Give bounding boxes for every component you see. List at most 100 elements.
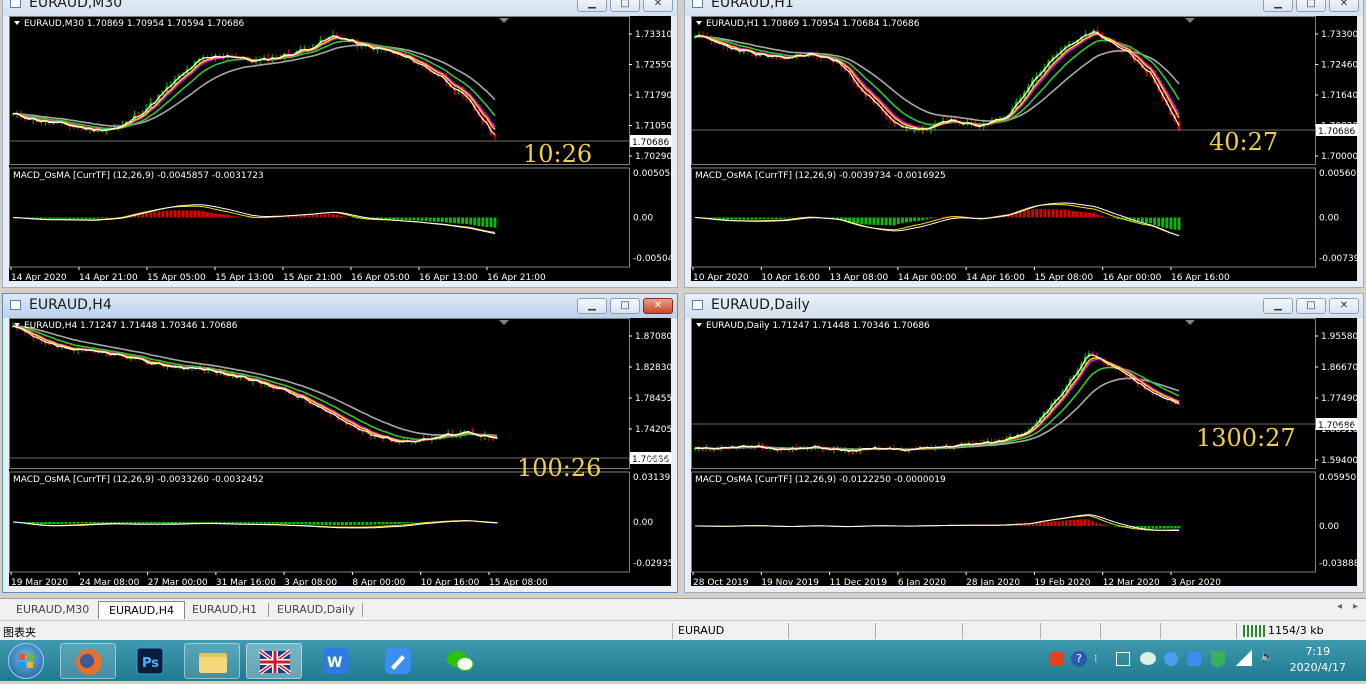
close-button[interactable]: ✕ (1329, 298, 1359, 314)
minimize-button[interactable]: ▁ (1263, 0, 1293, 12)
chart-area[interactable]: 1.706861.955801.866701.774901.683101.594… (691, 318, 1357, 586)
macd-histogram-bar (161, 211, 164, 218)
maximize-button[interactable]: □ (1296, 298, 1326, 314)
tab-euraud-daily[interactable]: EURAUD,Daily (267, 601, 365, 619)
feishu-tray-icon[interactable] (1187, 652, 1201, 666)
taskbar-feishu-button[interactable] (370, 643, 426, 679)
maximize-button[interactable]: □ (1296, 0, 1326, 12)
macd-histogram-bar (69, 522, 72, 524)
chart-info-label: EURAUD,Daily 1.71247 1.71448 1.70346 1.7… (706, 321, 930, 331)
macd-histogram-bar (386, 522, 389, 524)
maximize-button[interactable]: □ (610, 0, 640, 12)
macd-histogram-bar (457, 218, 460, 224)
taskbar-metatrader-button[interactable] (246, 643, 302, 679)
chart-area[interactable]: 1.706861.733101.725501.717901.710501.702… (9, 16, 671, 281)
macd-histogram-bar (1157, 218, 1160, 227)
macd-histogram-bar (445, 218, 448, 223)
macd-histogram-bar (767, 218, 770, 220)
tray-expand-icon[interactable]: ⁝ (1094, 652, 1098, 665)
chart-area[interactable]: 1.706861.733001.724601.716401.708201.700… (691, 16, 1357, 281)
macd-histogram-bar (1114, 526, 1117, 527)
close-button[interactable]: ✕ (1329, 0, 1359, 12)
minimize-button[interactable]: ▁ (577, 298, 607, 314)
chart-shift-marker-icon (499, 18, 509, 23)
macd-axis-label: 0.00 (1319, 214, 1339, 224)
macd-histogram-bar (311, 215, 314, 218)
price-axis-label: 1.72550 (635, 61, 672, 71)
start-orb-icon[interactable] (8, 643, 44, 679)
macd-histogram-bar (186, 522, 189, 523)
m30-chart-svg[interactable]: 1.706861.733101.725501.717901.710501.702… (9, 16, 673, 283)
macd-histogram-bar (149, 212, 152, 217)
network-box-icon[interactable] (1116, 652, 1130, 666)
taskbar-explorer-button[interactable] (184, 643, 240, 679)
close-button[interactable]: ✕ (643, 0, 673, 12)
chart-window-h4[interactable]: EURAUD,H4 ▁ □ ✕ 1.706861.870801.828301.7… (2, 293, 678, 593)
titlebar[interactable]: EURAUD,H1 ▁ □ ✕ (685, 0, 1363, 16)
tab-euraud-h4[interactable]: EURAUD,H4 (98, 601, 185, 619)
h4-chart-svg[interactable]: 1.706861.870801.828301.784551.742051.699… (9, 318, 673, 588)
titlebar[interactable]: EURAUD,Daily ▁ □ ✕ (685, 294, 1363, 318)
chart-window-h1[interactable]: EURAUD,H1 ▁ □ ✕ 1.706861.733001.724601.7… (684, 0, 1364, 288)
chart-area[interactable]: 1.706861.870801.828301.784551.742051.699… (9, 318, 671, 586)
minimize-button[interactable]: ▁ (1263, 298, 1293, 314)
candle-body (494, 135, 497, 137)
macd-histogram-bar (101, 218, 104, 219)
macd-histogram-bar (942, 217, 945, 218)
tab-scroll-right-icon[interactable]: ▸ (1353, 601, 1358, 612)
macd-histogram-bar (68, 218, 71, 219)
help-icon[interactable]: ? (1071, 651, 1087, 667)
ma-gray-line (695, 37, 1179, 121)
macd-histogram-bar (1159, 526, 1162, 529)
svg-text:W: W (327, 655, 342, 671)
cloud-icon[interactable] (1164, 652, 1178, 666)
macd-label: MACD_OsMA [CurrTF] (12,26,9) -0.0039734 … (695, 171, 946, 181)
chart-window-m30[interactable]: EURAUD,M30 ▁ □ ✕ 1.706861.733101.725501.… (2, 0, 678, 288)
macd-histogram-bar (97, 522, 100, 523)
time-axis-label: 11 Dec 2019 (830, 578, 888, 588)
macd-histogram-bar (341, 522, 344, 525)
macd-histogram-bar (860, 218, 863, 225)
macd-histogram-bar (751, 218, 754, 220)
volume-icon[interactable]: 🔈 (1260, 650, 1274, 663)
taskbar-photoshop-button[interactable]: Ps (122, 643, 178, 679)
tab-euraud-h1[interactable]: EURAUD,H1 (182, 601, 267, 619)
tab-scroll-left-icon[interactable]: ◂ (1337, 601, 1342, 612)
wechat-tray-icon[interactable] (1140, 652, 1156, 665)
titlebar[interactable]: EURAUD,H4 ▁ □ ✕ (3, 294, 677, 318)
macd-histogram-bar (304, 522, 307, 524)
ma-fast-line (13, 326, 497, 442)
macd-histogram-bar (1088, 213, 1091, 218)
macd-histogram-bar (400, 218, 403, 220)
minimize-button[interactable]: ▁ (577, 0, 607, 12)
taskbar-wechat-button[interactable] (432, 643, 488, 679)
daily-chart-svg[interactable]: 1.706861.955801.866701.774901.683101.594… (691, 318, 1359, 588)
taskbar-firefox-button[interactable] (60, 643, 116, 679)
close-button[interactable]: ✕ (643, 298, 673, 314)
macd-histogram-bar (917, 218, 920, 221)
tab-euraud-m30[interactable]: EURAUD,M30 (6, 601, 99, 619)
titlebar[interactable]: EURAUD,M30 ▁ □ ✕ (3, 0, 677, 16)
maximize-button[interactable]: □ (610, 298, 640, 314)
macd-histogram-bar (1099, 524, 1102, 526)
ma-yellow-line (13, 38, 495, 131)
macd-histogram-bar (1161, 218, 1164, 228)
bar-timer: 1300:27 (1196, 424, 1296, 452)
macd-histogram-bar (178, 210, 181, 217)
chart-window-daily[interactable]: EURAUD,Daily ▁ □ ✕ 1.706861.955801.86670… (684, 293, 1364, 593)
window-title: EURAUD,M30 (29, 0, 122, 11)
h1-chart-svg[interactable]: 1.706861.733001.724601.716401.708201.700… (691, 16, 1359, 283)
macd-histogram-bar (1050, 522, 1053, 526)
taskbar-clock[interactable]: 7:19 2020/4/17 (1290, 644, 1346, 676)
macd-histogram-bar (1028, 524, 1031, 526)
taskbar-wps-button[interactable]: W (308, 643, 364, 679)
folder-icon (185, 644, 241, 680)
time-axis-label: 8 Apr 00:00 (352, 578, 405, 588)
macd-histogram-bar (157, 211, 160, 217)
shield-icon[interactable] (1211, 651, 1225, 667)
signal-icon[interactable] (1236, 650, 1252, 666)
sogou-ime-icon[interactable] (1050, 652, 1064, 666)
status-left-text: 图表夹 (3, 624, 36, 640)
wechat-icon (432, 643, 488, 679)
macd-histogram-bar (1113, 218, 1116, 219)
